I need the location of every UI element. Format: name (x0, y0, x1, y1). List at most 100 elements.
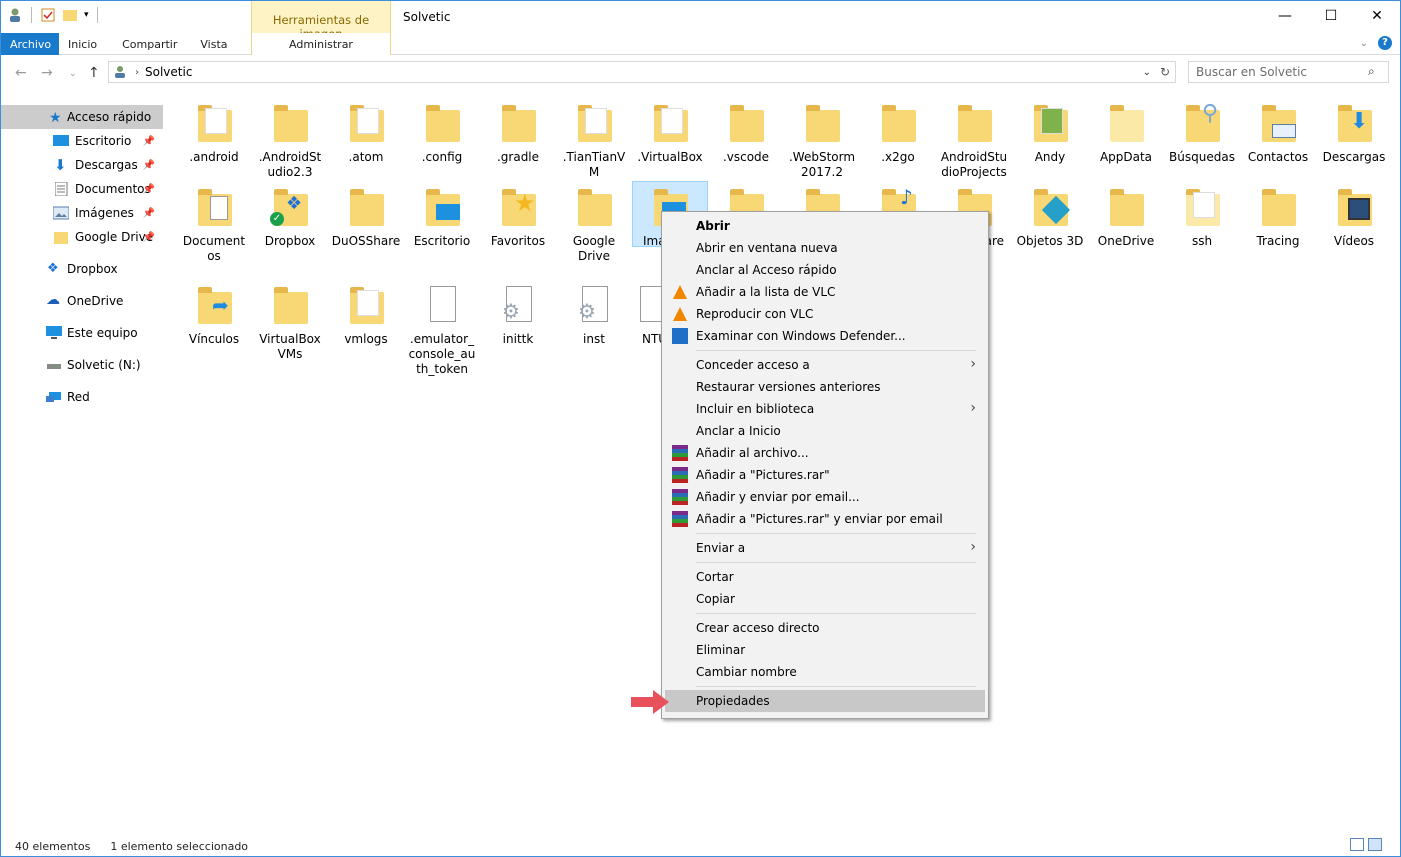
menu-item-include-library[interactable]: Incluir en biblioteca › (662, 398, 988, 420)
large-icons-view-icon[interactable] (1368, 838, 1382, 851)
menu-item-copy[interactable]: Copiar (662, 588, 988, 610)
folder-item[interactable]: .WebStorm 2017.2 (784, 102, 860, 180)
sidebar-item-quick-access[interactable]: ★ Acceso rápido (1, 105, 163, 129)
forward-arrow-icon[interactable]: → (41, 65, 53, 81)
folder-item[interactable]: Andy (1012, 102, 1088, 165)
new-folder-icon[interactable] (62, 7, 78, 23)
tab-administrar[interactable]: Administrar (251, 33, 391, 55)
back-arrow-icon[interactable]: ← (15, 65, 27, 81)
folder-item[interactable]: Tracing (1240, 186, 1316, 249)
folder-item[interactable]: .AndroidSt udio2.3 (252, 102, 328, 180)
folder-item[interactable]: AppData (1088, 102, 1164, 165)
close-button[interactable]: ✕ (1354, 1, 1400, 31)
menu-item-rar-add-named[interactable]: Añadir a "Pictures.rar" (662, 464, 988, 486)
menu-item-properties[interactable]: Propiedades (665, 690, 985, 712)
folder-icon (726, 102, 766, 146)
sidebar-item-descargas[interactable]: ⬇ Descargas 📌 (1, 153, 163, 177)
folder-item[interactable]: .VirtualBox (632, 102, 708, 165)
sidebar-item-dropbox[interactable]: ❖ Dropbox (1, 257, 163, 281)
breadcrumb[interactable]: Solvetic (145, 65, 192, 79)
folder-item[interactable]: VirtualBox VMs (252, 284, 328, 362)
folder-item[interactable]: Document os (176, 186, 252, 264)
help-icon[interactable]: ? (1378, 36, 1392, 50)
properties-check-icon[interactable] (40, 7, 56, 23)
menu-item-pin-start[interactable]: Anclar a Inicio (662, 420, 988, 442)
sidebar-item-onedrive[interactable]: ☁ OneDrive (1, 289, 163, 313)
folder-item[interactable]: .TianTianV M (556, 102, 632, 180)
file-name: .android (189, 150, 239, 164)
search-input[interactable]: Buscar en Solvetic (1188, 61, 1389, 83)
folder-item[interactable]: .x2go (860, 102, 936, 165)
folder-item[interactable]: DuOSShare (328, 186, 404, 249)
folder-item[interactable]: .config (404, 102, 480, 165)
folder-item[interactable]: Objetos 3D (1012, 186, 1088, 249)
folder-item[interactable]: .gradle (480, 102, 556, 165)
details-view-icon[interactable] (1350, 838, 1364, 851)
refresh-icon[interactable]: ↻ (1160, 65, 1170, 79)
sidebar-item-escritorio[interactable]: Escritorio 📌 (1, 129, 163, 153)
sidebar-item-red[interactable]: Red (1, 385, 163, 409)
pin-icon[interactable]: 📌 (143, 184, 155, 195)
menu-item-rar-email[interactable]: Añadir y enviar por email... (662, 486, 988, 508)
pin-icon[interactable]: 📌 (143, 136, 155, 147)
folder-item[interactable]: ⬇ Descargas (1316, 102, 1392, 165)
pin-icon[interactable]: 📌 (143, 208, 155, 219)
sidebar-item-este-equipo[interactable]: Este equipo (1, 321, 163, 345)
file-name: Objetos 3D (1016, 234, 1084, 248)
user-folder-icon[interactable] (7, 7, 23, 23)
folder-item[interactable]: vmlogs (328, 284, 404, 347)
menu-item-rename[interactable]: Cambiar nombre (662, 661, 988, 683)
sidebar-item-imagenes[interactable]: Imágenes 📌 (1, 201, 163, 225)
customize-qat-chevron-icon[interactable]: ▾ (84, 10, 89, 20)
up-arrow-icon[interactable]: ↑ (88, 65, 100, 81)
maximize-button[interactable]: ☐ (1308, 1, 1354, 31)
address-bar[interactable]: › Solvetic ⌄ ↻ (108, 61, 1176, 83)
menu-item-delete[interactable]: Eliminar (662, 639, 988, 661)
menu-item-open[interactable]: Abrir (662, 215, 988, 237)
tab-compartir[interactable]: Compartir (106, 33, 186, 55)
folder-item[interactable]: .vscode (708, 102, 784, 165)
folder-item[interactable]: Google Drive (556, 186, 632, 264)
cloud-icon: ☁ (46, 292, 60, 308)
folder-item[interactable]: Vídeos (1316, 186, 1392, 249)
menu-item-cut[interactable]: Cortar (662, 566, 988, 588)
folder-item[interactable]: .android (176, 102, 252, 165)
sidebar-item-documentos[interactable]: Documentos 📌 (1, 177, 163, 201)
file-item[interactable]: .emulator_ console_au th_token (404, 284, 480, 377)
folder-item[interactable]: AndroidStu dioProjects (936, 102, 1012, 180)
menu-item-pin-quick-access[interactable]: Anclar al Acceso rápido (662, 259, 988, 281)
folder-item[interactable]: ❖ ✓ Dropbox (252, 186, 328, 249)
tab-archivo[interactable]: Archivo (1, 33, 59, 55)
menu-item-rar-named-email[interactable]: Añadir a "Pictures.rar" y enviar por ema… (662, 508, 988, 530)
folder-item[interactable]: ssh (1164, 186, 1240, 249)
tab-vista[interactable]: Vista (186, 33, 236, 55)
folder-item[interactable]: Escritorio (404, 186, 480, 249)
menu-item-grant-access[interactable]: Conceder acceso a › (662, 354, 988, 376)
address-dropdown-icon[interactable]: ⌄ (1143, 67, 1151, 78)
folder-item[interactable]: OneDrive (1088, 186, 1164, 249)
sidebar-item-google-drive[interactable]: Google Drive 📌 (1, 225, 163, 249)
folder-item[interactable]: .atom (328, 102, 404, 165)
pin-icon[interactable]: 📌 (143, 232, 155, 243)
folder-item[interactable]: ➦ Vínculos (176, 284, 252, 347)
menu-item-defender[interactable]: Examinar con Windows Defender... (662, 325, 988, 347)
folder-item[interactable]: ⚲ Búsquedas (1164, 102, 1240, 165)
sidebar-item-solvetic-drive[interactable]: Solvetic (N:) (1, 353, 163, 377)
menu-item-restore-versions[interactable]: Restaurar versiones anteriores (662, 376, 988, 398)
menu-item-rar-add[interactable]: Añadir al archivo... (662, 442, 988, 464)
minimize-button[interactable]: — (1262, 1, 1308, 31)
tab-inicio[interactable]: Inicio (59, 33, 106, 55)
pin-icon[interactable]: 📌 (143, 160, 155, 171)
expand-ribbon-chevron-icon[interactable]: ⌄ (1360, 38, 1368, 49)
file-item[interactable]: ⚙ inittk (480, 284, 556, 347)
folder-item[interactable]: Contactos (1240, 102, 1316, 165)
folder-item[interactable]: ★ Favoritos (480, 186, 556, 249)
recent-locations-chevron-icon[interactable]: ⌄ (69, 69, 77, 79)
menu-item-vlc-play[interactable]: Reproducir con VLC (662, 303, 988, 325)
menu-item-open-new-window[interactable]: Abrir en ventana nueva (662, 237, 988, 259)
file-item[interactable]: ⚙ inst (556, 284, 632, 347)
file-name: Document os (182, 234, 246, 263)
menu-item-vlc-add[interactable]: Añadir a la lista de VLC (662, 281, 988, 303)
menu-item-send-to[interactable]: Enviar a › (662, 537, 988, 559)
menu-item-create-shortcut[interactable]: Crear acceso directo (662, 617, 988, 639)
